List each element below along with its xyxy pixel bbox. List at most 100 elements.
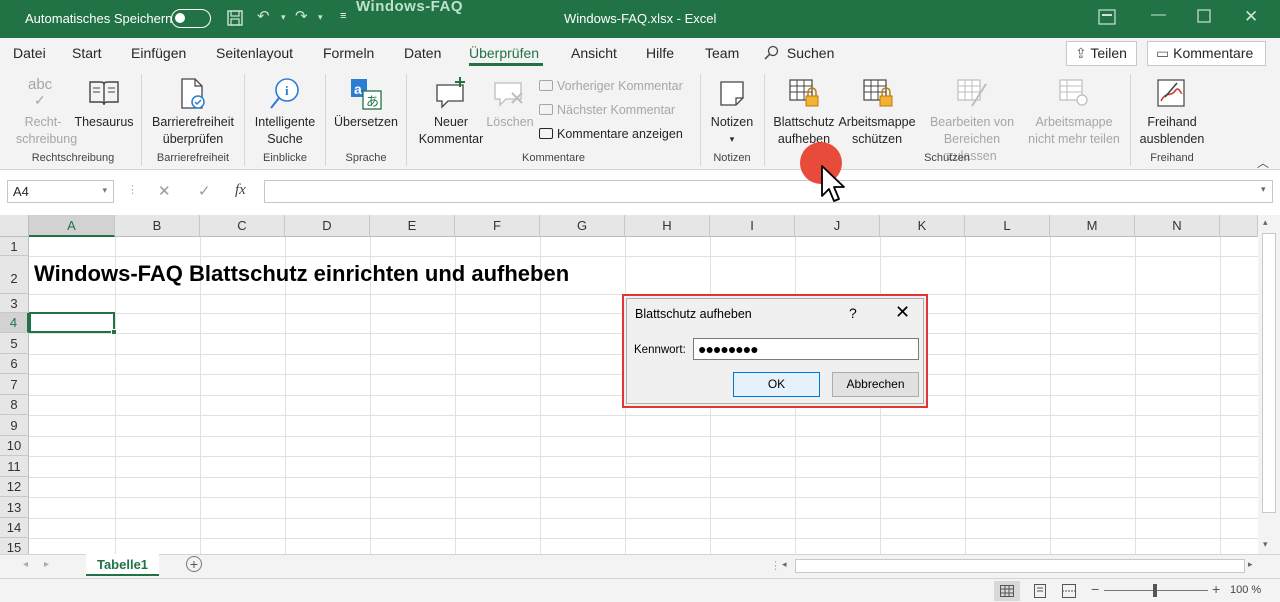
column-header-m[interactable]: M bbox=[1050, 215, 1135, 237]
vertical-scroll-thumb[interactable] bbox=[1262, 233, 1276, 513]
customize-qat-icon[interactable]: ≡ bbox=[340, 10, 346, 22]
password-input[interactable]: ●●●●●●●● bbox=[693, 338, 919, 360]
row-header-4[interactable]: 4 bbox=[0, 313, 29, 333]
help-icon[interactable]: ? bbox=[849, 305, 857, 321]
previous-comment-button[interactable]: Vorheriger Kommentar bbox=[539, 79, 683, 93]
column-header-a[interactable]: A bbox=[29, 215, 115, 237]
row-header-10[interactable]: 10 bbox=[0, 436, 29, 456]
column-header-d[interactable]: D bbox=[285, 215, 370, 237]
fill-handle[interactable] bbox=[111, 329, 117, 335]
new-comment-button[interactable]: Neuer Kommentar bbox=[412, 74, 490, 148]
search-box[interactable]: Suchen bbox=[764, 45, 834, 61]
smart-lookup-button[interactable]: i Intelligente Suche bbox=[250, 74, 320, 148]
row-header-11[interactable]: 11 bbox=[0, 456, 29, 477]
page-break-view-icon[interactable] bbox=[1062, 584, 1076, 601]
add-sheet-icon[interactable]: + bbox=[186, 556, 202, 572]
column-header-k[interactable]: K bbox=[880, 215, 965, 237]
translate-button[interactable]: aあ Übersetzen bbox=[331, 74, 401, 131]
redo-dropdown-icon[interactable]: ▾ bbox=[318, 12, 323, 23]
row-header-3[interactable]: 3 bbox=[0, 294, 29, 313]
next-comment-button[interactable]: Nächster Kommentar bbox=[539, 103, 675, 117]
row-header-1[interactable]: 1 bbox=[0, 237, 29, 256]
hide-ink-button[interactable]: Freihand ausblenden bbox=[1136, 74, 1208, 148]
vertical-scrollbar[interactable]: ▴ ▾ bbox=[1258, 215, 1280, 554]
column-header-c[interactable]: C bbox=[200, 215, 285, 237]
row-header-5[interactable]: 5 bbox=[0, 333, 29, 354]
tab-seitenlayout[interactable]: Seitenlayout bbox=[216, 45, 293, 61]
name-box[interactable]: A4 ▾ bbox=[7, 180, 114, 203]
tab-formeln[interactable]: Formeln bbox=[323, 45, 374, 61]
enter-formula-icon[interactable]: ✓ bbox=[198, 182, 211, 200]
delete-comment-button[interactable]: Löschen bbox=[486, 74, 534, 131]
sheet-tab-tabelle1[interactable]: Tabelle1 bbox=[86, 554, 159, 576]
column-header-f[interactable]: F bbox=[455, 215, 540, 237]
scroll-up-icon[interactable]: ▴ bbox=[1263, 217, 1268, 228]
formula-input[interactable] bbox=[264, 180, 1273, 203]
scroll-down-icon[interactable]: ▾ bbox=[1263, 539, 1268, 550]
thesaurus-button[interactable]: Thesaurus bbox=[74, 74, 134, 131]
close-icon[interactable]: ✕ bbox=[1244, 7, 1258, 27]
page-layout-view-icon[interactable] bbox=[1033, 584, 1047, 601]
notes-button[interactable]: Notizen ▾ bbox=[705, 74, 759, 148]
column-header-b[interactable]: B bbox=[115, 215, 200, 237]
column-header-i[interactable]: I bbox=[710, 215, 795, 237]
tab-daten[interactable]: Daten bbox=[404, 45, 441, 61]
zoom-in-icon[interactable]: + bbox=[1212, 581, 1220, 597]
expand-formula-bar-icon[interactable]: ▾ bbox=[1261, 184, 1266, 195]
zoom-level[interactable]: 100 % bbox=[1230, 584, 1261, 596]
unshare-workbook-button[interactable]: Arbeitsmappe nicht mehr teilen bbox=[1024, 74, 1124, 148]
column-header-j[interactable]: J bbox=[795, 215, 880, 237]
minimize-icon[interactable]: — bbox=[1151, 6, 1166, 23]
cancel-formula-icon[interactable]: ✕ bbox=[158, 182, 171, 200]
collapse-ribbon-icon[interactable]: ︿ bbox=[1257, 154, 1269, 171]
undo-icon[interactable]: ↶ bbox=[257, 7, 270, 25]
scroll-right-icon[interactable]: ▸ bbox=[1248, 559, 1253, 570]
prev-sheet-icon[interactable]: ◂ bbox=[23, 559, 28, 570]
row-header-9[interactable]: 9 bbox=[0, 415, 29, 436]
row-header-6[interactable]: 6 bbox=[0, 354, 29, 374]
ribbon-display-icon[interactable] bbox=[1098, 9, 1116, 29]
autosave-toggle[interactable] bbox=[171, 9, 211, 28]
normal-view-icon[interactable] bbox=[994, 581, 1020, 601]
split-handle-icon[interactable]: ⋮ bbox=[770, 559, 781, 572]
cell-a2-title[interactable]: Windows-FAQ Blattschutz einrichten und a… bbox=[34, 261, 569, 287]
column-header-e[interactable]: E bbox=[370, 215, 455, 237]
zoom-slider-thumb[interactable] bbox=[1153, 584, 1157, 597]
column-header-l[interactable]: L bbox=[965, 215, 1050, 237]
horizontal-scroll-thumb[interactable] bbox=[795, 559, 1245, 573]
dialog-close-icon[interactable]: ✕ bbox=[895, 302, 910, 323]
ok-button[interactable]: OK bbox=[733, 372, 820, 397]
tab-datei[interactable]: Datei bbox=[13, 45, 46, 61]
cancel-button[interactable]: Abbrechen bbox=[832, 372, 919, 397]
row-header-14[interactable]: 14 bbox=[0, 518, 29, 538]
row-header-8[interactable]: 8 bbox=[0, 395, 29, 415]
tab-hilfe[interactable]: Hilfe bbox=[646, 45, 674, 61]
row-header-13[interactable]: 13 bbox=[0, 497, 29, 518]
unprotect-sheet-button[interactable]: Blattschutz aufheben bbox=[770, 74, 838, 148]
row-header-12[interactable]: 12 bbox=[0, 477, 29, 497]
share-button[interactable]: ⇪ Teilen bbox=[1066, 41, 1137, 66]
scroll-left-icon[interactable]: ◂ bbox=[782, 559, 787, 570]
column-header-h[interactable]: H bbox=[625, 215, 710, 237]
tab-einfuegen[interactable]: Einfügen bbox=[131, 45, 186, 61]
accessibility-check-button[interactable]: Barrierefreiheit überprüfen bbox=[148, 74, 238, 148]
tab-team[interactable]: Team bbox=[705, 45, 739, 61]
zoom-out-icon[interactable]: − bbox=[1091, 581, 1099, 597]
column-header-n[interactable]: N bbox=[1135, 215, 1220, 237]
name-box-dropdown-icon[interactable]: ▾ bbox=[102, 185, 107, 196]
show-comments-button[interactable]: Kommentare anzeigen bbox=[539, 127, 683, 141]
tab-start[interactable]: Start bbox=[72, 45, 102, 61]
row-header-15[interactable]: 15 bbox=[0, 538, 29, 554]
tab-ansicht[interactable]: Ansicht bbox=[571, 45, 617, 61]
row-header-2[interactable]: 2 bbox=[0, 256, 29, 294]
column-header-g[interactable]: G bbox=[540, 215, 625, 237]
row-header-7[interactable]: 7 bbox=[0, 374, 29, 395]
select-all-corner[interactable] bbox=[0, 215, 29, 237]
spelling-button[interactable]: abc ✓ Recht- schreibung bbox=[16, 74, 77, 148]
column-header-o[interactable] bbox=[1220, 215, 1258, 237]
insert-function-icon[interactable]: fx bbox=[235, 182, 246, 199]
redo-icon[interactable]: ↷ bbox=[295, 7, 308, 25]
comments-button[interactable]: ▭ Kommentare bbox=[1147, 41, 1266, 66]
protect-workbook-button[interactable]: Arbeitsmappe schützen bbox=[836, 74, 918, 148]
tab-ueberpruefen[interactable]: Überprüfen bbox=[469, 45, 539, 61]
